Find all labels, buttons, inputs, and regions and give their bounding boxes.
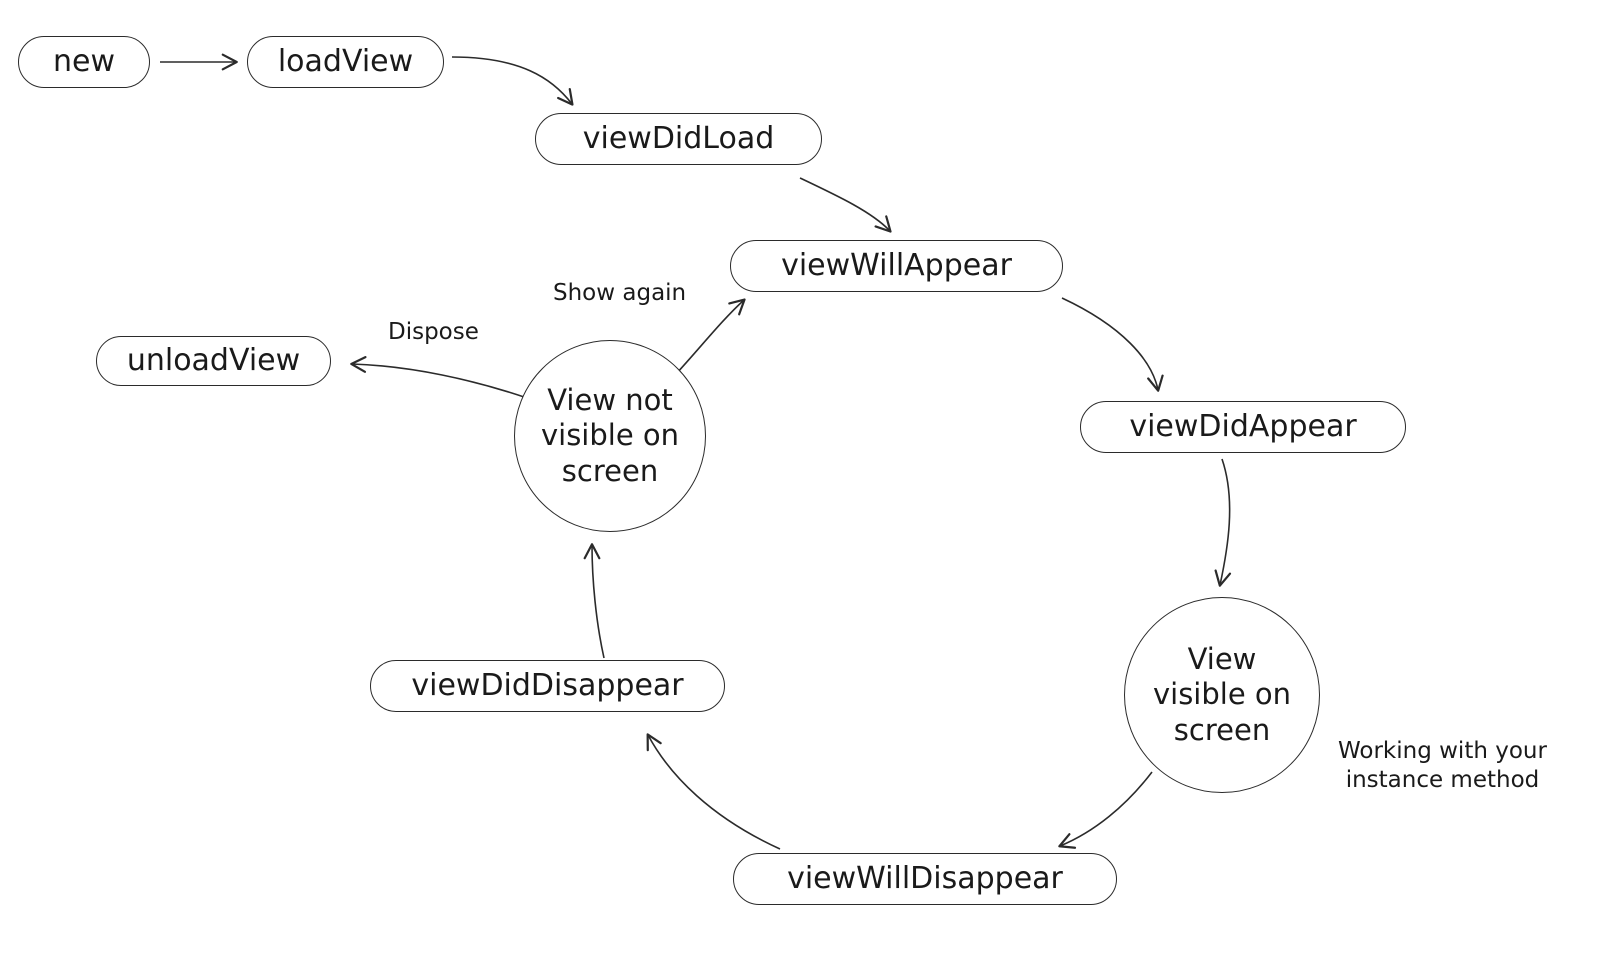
edge-viewNotVisible-to-unloadView [350, 356, 528, 399]
diagram-canvas: new loadView viewDidLoad viewWillAppear … [0, 0, 1612, 964]
edge-viewDidDisappear-to-viewNotVisible [583, 543, 605, 659]
node-view-visible-on-screen[interactable]: View visible on screen [1124, 597, 1320, 793]
edge-label-show-again: Show again [553, 280, 687, 306]
node-viewwillappear-label: viewWillAppear [781, 247, 1012, 283]
node-viewdidload-label: viewDidLoad [582, 120, 775, 156]
node-viewdidappear[interactable]: viewDidAppear [1080, 401, 1406, 453]
edge-viewWillDisappear-to-viewDidDisappear [646, 733, 781, 850]
edge-viewNotVisible-to-viewWillAppear [675, 298, 746, 375]
node-loadview-label: loadView [277, 43, 414, 79]
edge-label-dispose: Dispose [388, 319, 479, 345]
node-viewdidappear-label: viewDidAppear [1129, 408, 1357, 444]
edge-label-working-with-instance-method: Working with your instance method [1338, 738, 1547, 794]
edge-loadView-to-viewDidLoad [451, 56, 574, 106]
edge-viewVisible-to-viewWillDisappear [1058, 771, 1153, 849]
node-view-not-visible-label: View not visible on screen [540, 382, 680, 488]
node-viewwillappear[interactable]: viewWillAppear [730, 240, 1063, 292]
node-viewwilldisappear-label: viewWillDisappear [787, 860, 1063, 896]
edge-viewDidAppear-to-viewVisible [1214, 458, 1232, 587]
edge-viewDidLoad-to-viewWillAppear [799, 177, 892, 233]
node-loadview[interactable]: loadView [247, 36, 444, 88]
node-viewdidload[interactable]: viewDidLoad [535, 113, 822, 165]
node-viewwilldisappear[interactable]: viewWillDisappear [733, 853, 1117, 905]
node-new-label: new [52, 43, 115, 79]
node-viewdiddisappear[interactable]: viewDidDisappear [370, 660, 725, 712]
node-view-visible-label: View visible on screen [1152, 641, 1292, 747]
node-unloadview[interactable]: unloadView [96, 336, 331, 386]
node-view-not-visible-on-screen[interactable]: View not visible on screen [514, 340, 706, 532]
node-unloadview-label: unloadView [126, 342, 301, 378]
edge-viewWillAppear-to-viewDidAppear [1061, 297, 1164, 392]
node-new[interactable]: new [18, 36, 150, 88]
node-viewdiddisappear-label: viewDidDisappear [411, 667, 684, 703]
